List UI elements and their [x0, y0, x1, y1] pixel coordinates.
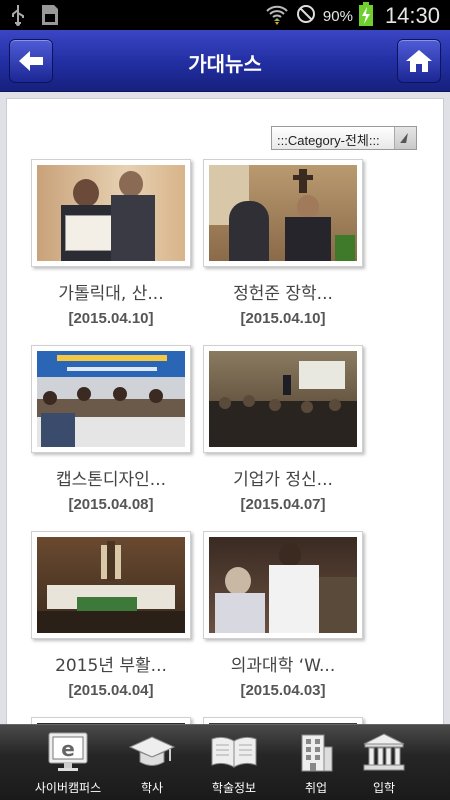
news-title: 의과대학 ‘W...: [230, 656, 336, 676]
usb-icon: [10, 4, 26, 30]
news-title: 2015년 부활...: [55, 656, 167, 676]
nav-admission[interactable]: 입학: [344, 731, 424, 796]
category-select[interactable]: :::Category-전체:::: [271, 126, 417, 150]
home-button[interactable]: [397, 39, 441, 83]
news-item[interactable]: 정헌준 장학... [2015.04.10]: [203, 159, 363, 327]
nav-academic-info[interactable]: 학술정보: [194, 731, 274, 796]
news-item[interactable]: [203, 717, 363, 724]
nav-cyber-campus[interactable]: e 사이버캠퍼스: [28, 731, 108, 796]
news-thumbnail: [31, 531, 191, 639]
news-title: 가톨릭대, 산...: [58, 284, 164, 304]
news-thumbnail: [203, 717, 363, 724]
institution-icon: [363, 733, 405, 771]
wifi-icon: [265, 3, 289, 29]
news-date: [2015.04.10]: [240, 310, 326, 327]
nav-label: 학술정보: [211, 781, 257, 795]
nav-label: 사이버캠퍼스: [34, 781, 102, 795]
bottom-nav: e 사이버캠퍼스 학사 학술정보 취업 입학: [0, 724, 450, 800]
news-thumbnail: [31, 159, 191, 267]
battery-percent: 90%: [322, 7, 353, 25]
news-item[interactable]: 의과대학 ‘W... [2015.04.03]: [203, 531, 363, 699]
app-header: 가대뉴스: [0, 30, 450, 92]
graduation-cap-icon: [128, 736, 176, 766]
news-date: [2015.04.03]: [240, 682, 326, 699]
nav-label: 입학: [372, 781, 396, 795]
news-thumbnail: [31, 345, 191, 453]
dropdown-arrow-icon: [394, 127, 416, 149]
nav-academics[interactable]: 학사: [112, 731, 192, 796]
sd-card-icon: [40, 4, 60, 30]
status-bar: 90% 14:30: [0, 0, 450, 30]
clock: 14:30: [384, 3, 440, 28]
e-monitor-icon: e: [48, 732, 88, 771]
news-date: [2015.04.04]: [68, 682, 154, 699]
news-title: 캡스톤디자인...: [55, 470, 167, 490]
page-title: 가대뉴스: [188, 52, 262, 76]
battery-charging-icon: [358, 2, 373, 30]
news-date: [2015.04.10]: [68, 310, 154, 327]
news-title: 정헌준 장학...: [233, 284, 333, 304]
open-book-icon: [211, 736, 257, 768]
svg-text:e: e: [61, 737, 75, 761]
news-item[interactable]: 가톨릭대, 산... [2015.04.10]: [31, 159, 191, 327]
news-item[interactable]: 캡스톤디자인... [2015.04.08]: [31, 345, 191, 513]
news-item[interactable]: [31, 717, 191, 724]
news-thumbnail: [203, 345, 363, 453]
home-icon: [406, 50, 432, 72]
building-icon: [301, 734, 333, 772]
category-select-value: :::Category-전체:::: [277, 133, 380, 148]
news-thumbnail: [203, 159, 363, 267]
news-item[interactable]: 2015년 부활... [2015.04.04]: [31, 531, 191, 699]
news-date: [2015.04.08]: [68, 496, 154, 513]
news-date: [2015.04.07]: [240, 496, 326, 513]
content-area: :::Category-전체::: 가톨릭대, 산... [2015.04.10…: [0, 92, 450, 724]
news-thumbnail: [203, 531, 363, 639]
nav-label: 학사: [140, 781, 164, 795]
arrow-left-icon: [19, 51, 43, 71]
news-title: 기업가 정신...: [233, 470, 333, 490]
back-button[interactable]: [9, 39, 53, 83]
news-thumbnail: [31, 717, 191, 724]
do-not-disturb-icon: [295, 3, 317, 29]
news-panel: :::Category-전체::: 가톨릭대, 산... [2015.04.10…: [6, 98, 444, 724]
news-item[interactable]: 기업가 정신... [2015.04.07]: [203, 345, 363, 513]
